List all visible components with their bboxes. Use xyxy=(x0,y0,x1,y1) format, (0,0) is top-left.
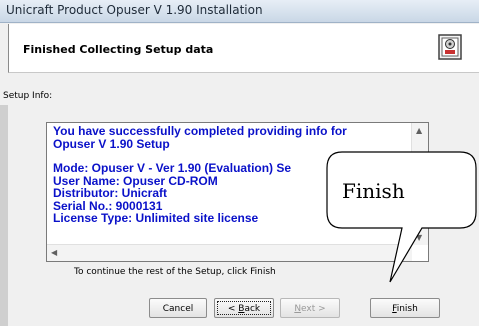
back-rest: ack xyxy=(244,304,261,314)
finish-button[interactable]: Finish xyxy=(370,298,440,318)
info-line: Opuser V 1.90 Setup xyxy=(53,136,170,151)
vertical-scrollbar[interactable]: ▲ ▼ xyxy=(411,123,428,245)
scroll-up-icon[interactable]: ▲ xyxy=(416,126,422,135)
installer-window: Unicraft Product Opuser V 1.90 Installat… xyxy=(0,0,479,326)
info-line: You have successfully completed providin… xyxy=(53,124,347,138)
window-title: Unicraft Product Opuser V 1.90 Installat… xyxy=(6,3,263,17)
next-button[interactable]: Next > xyxy=(280,298,340,318)
header-title: Finished Collecting Setup data xyxy=(23,43,214,56)
scroll-right-icon[interactable]: ▶ xyxy=(402,248,408,257)
info-line: License Type: Unlimited site license xyxy=(53,211,259,225)
back-button[interactable]: < Back xyxy=(214,298,274,318)
setup-info-text: You have successfully completed providin… xyxy=(53,125,393,225)
scroll-left-icon[interactable]: ◀ xyxy=(51,248,57,257)
installer-package-icon xyxy=(438,34,462,60)
title-bar[interactable]: Unicraft Product Opuser V 1.90 Installat… xyxy=(0,0,479,23)
cancel-label: Cancel xyxy=(162,304,194,314)
continue-instruction: To continue the rest of the Setup, click… xyxy=(74,267,276,277)
setup-info-label: Setup Info: xyxy=(3,91,53,101)
info-line: Mode: Opuser V - Ver 1.90 (Evaluation) S… xyxy=(53,161,292,175)
callout-text: Finish xyxy=(342,179,405,203)
next-rest: ext > xyxy=(301,304,326,314)
finish-rest: inish xyxy=(396,304,418,314)
panel-edge xyxy=(0,105,8,326)
scroll-down-icon[interactable]: ▼ xyxy=(416,233,422,242)
back-prefix: < xyxy=(227,304,239,314)
header-panel: Finished Collecting Setup data xyxy=(8,24,479,73)
horizontal-scrollbar[interactable]: ◀ ▶ xyxy=(47,244,412,261)
cancel-button[interactable]: Cancel xyxy=(149,298,207,318)
